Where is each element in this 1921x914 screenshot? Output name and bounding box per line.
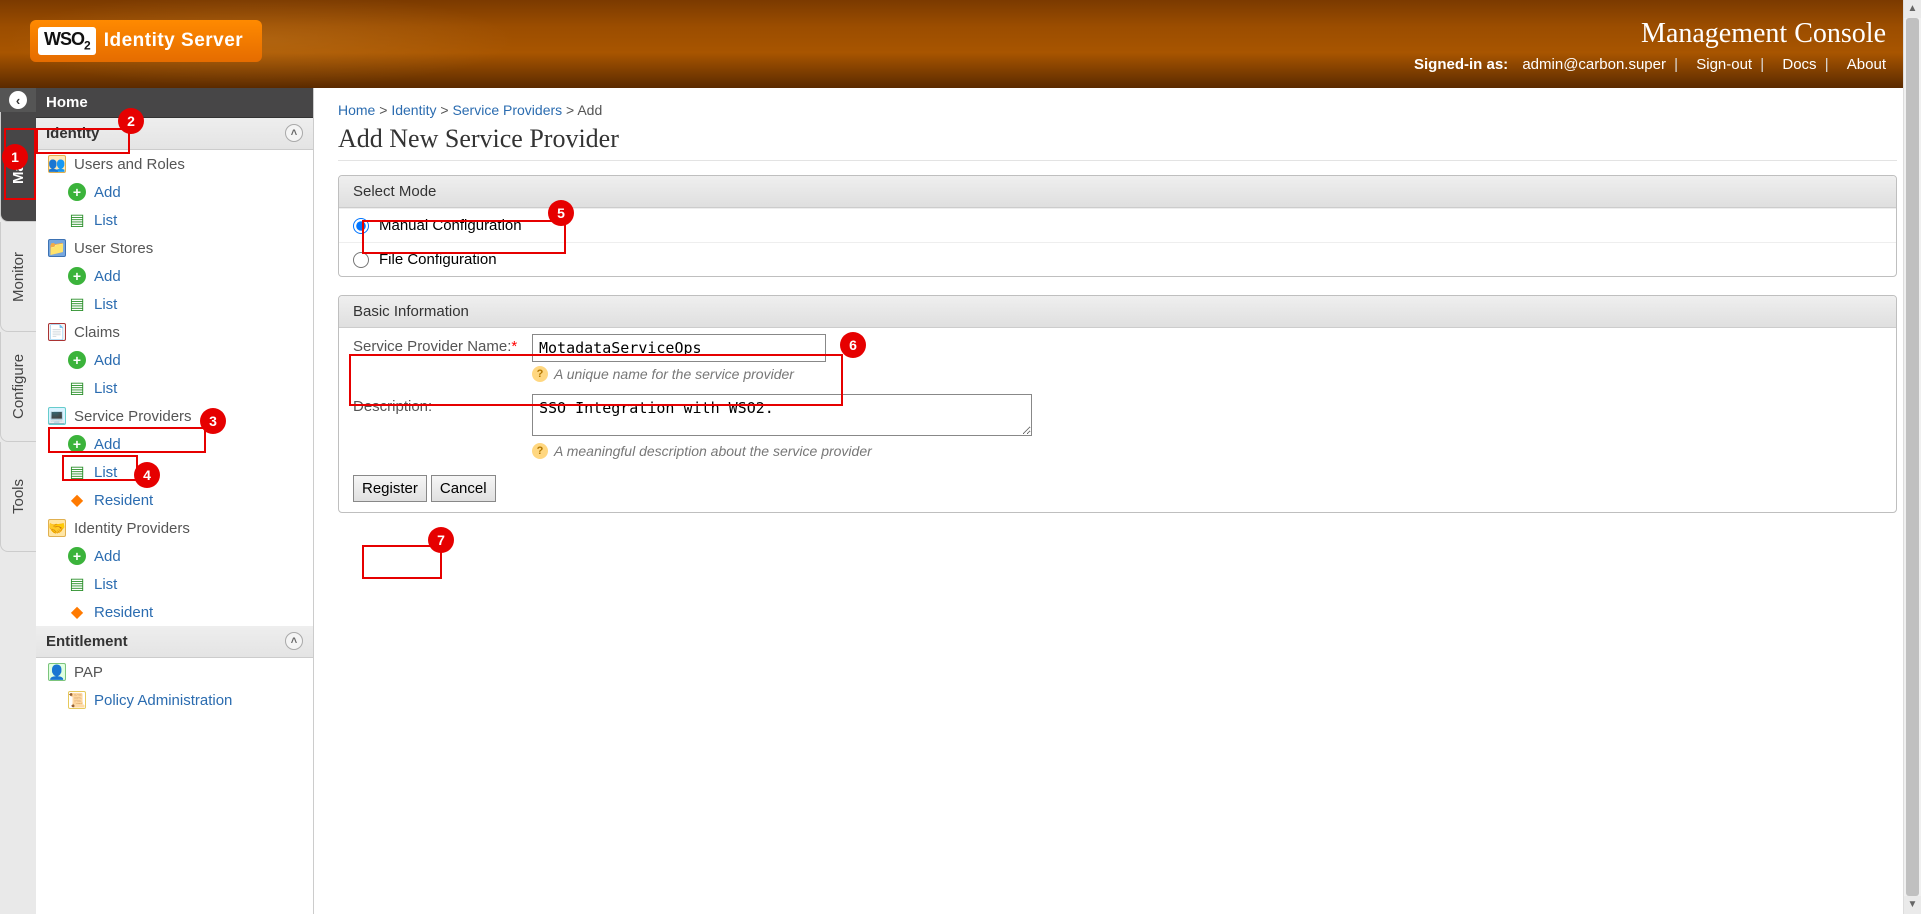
chevron-left-icon: ‹ (9, 91, 27, 109)
nav-users-add[interactable]: +Add (36, 178, 313, 206)
sp-name-label: Service Provider Name:* (353, 334, 528, 355)
mode-file-radio[interactable] (353, 252, 369, 268)
page-title: Add New Service Provider (338, 124, 1897, 161)
nav-section-identity-label: Identity (46, 125, 99, 142)
breadcrumb-identity[interactable]: Identity (391, 102, 436, 118)
nav-idp-add[interactable]: +Add (36, 542, 313, 570)
add-icon: + (68, 435, 86, 453)
nav-idp-list[interactable]: ▤List (36, 570, 313, 598)
sp-name-help: ?A unique name for the service provider (532, 366, 826, 382)
tab-monitor[interactable]: Monitor (0, 222, 36, 332)
header-links: Signed-in as: admin@carbon.super | Sign-… (1414, 56, 1886, 73)
main-content: Home > Identity > Service Providers > Ad… (314, 88, 1921, 914)
nav-idp-resident[interactable]: ◆Resident (36, 598, 313, 626)
collapse-nav-button[interactable]: ‹ (0, 88, 36, 112)
desc-row: Description: ?A meaningful description a… (339, 388, 1896, 465)
register-button[interactable]: Register (353, 475, 427, 502)
nav-users-roles[interactable]: 👥Users and Roles (36, 150, 313, 178)
mode-file-row[interactable]: File Configuration (339, 242, 1896, 276)
list-icon: ▤ (68, 379, 86, 397)
collapse-icon: ˄ (285, 124, 303, 142)
nav-user-stores[interactable]: 📁User Stores (36, 234, 313, 262)
add-icon: + (68, 547, 86, 565)
signed-in-label: Signed-in as: (1414, 56, 1508, 73)
list-icon: ▤ (68, 295, 86, 313)
nav-panel: Home Identity ˄ 👥Users and Roles +Add ▤L… (36, 88, 314, 914)
nav-section-entitlement-label: Entitlement (46, 633, 128, 650)
panel-select-mode: Select Mode Manual Configuration File Co… (338, 175, 1897, 277)
nav-sp-resident[interactable]: ◆Resident (36, 486, 313, 514)
nav-section-entitlement[interactable]: Entitlement ˄ (36, 626, 313, 658)
nav-stores-list[interactable]: ▤List (36, 290, 313, 318)
help-icon: ? (532, 443, 548, 459)
nav-claims-add[interactable]: +Add (36, 346, 313, 374)
pap-icon: 👤 (48, 663, 66, 681)
nav-claims[interactable]: 📄Claims (36, 318, 313, 346)
identity-providers-icon: 🤝 (48, 519, 66, 537)
mode-manual-row[interactable]: Manual Configuration (339, 208, 1896, 242)
cancel-button[interactable]: Cancel (431, 475, 496, 502)
policy-icon: 📜 (68, 691, 86, 709)
panel-select-mode-head: Select Mode (339, 176, 1896, 208)
signed-in-user: admin@carbon.super (1522, 56, 1666, 73)
console-title: Management Console (1641, 18, 1886, 50)
nav-section-identity[interactable]: Identity ˄ (36, 118, 313, 150)
list-icon: ▤ (68, 211, 86, 229)
breadcrumb-current: Add (577, 102, 602, 118)
nav-sp-add[interactable]: +Add (36, 430, 313, 458)
signout-link[interactable]: Sign-out (1696, 56, 1752, 73)
collapse-icon: ˄ (285, 632, 303, 650)
mode-file-label: File Configuration (379, 251, 497, 268)
resident-icon: ◆ (68, 491, 86, 509)
mode-manual-radio[interactable] (353, 218, 369, 234)
breadcrumb: Home > Identity > Service Providers > Ad… (338, 102, 1897, 118)
button-row: Register Cancel (339, 465, 1896, 512)
nav-service-providers[interactable]: 💻Service Providers (36, 402, 313, 430)
nav-stores-add[interactable]: +Add (36, 262, 313, 290)
add-icon: + (68, 267, 86, 285)
resident-icon: ◆ (68, 603, 86, 621)
docs-link[interactable]: Docs (1782, 56, 1816, 73)
tab-main[interactable]: Main (0, 112, 36, 222)
claims-icon: 📄 (48, 323, 66, 341)
header: WSO2 Identity Server Management Console … (0, 0, 1921, 88)
sp-name-input[interactable] (532, 334, 826, 362)
nav-claims-list[interactable]: ▤List (36, 374, 313, 402)
tab-configure[interactable]: Configure (0, 332, 36, 442)
vertical-scrollbar[interactable]: ▲ ▼ (1903, 0, 1921, 914)
users-icon: 👥 (48, 155, 66, 173)
panel-basic-info-head: Basic Information (339, 296, 1896, 328)
desc-label: Description: (353, 394, 528, 415)
help-icon: ? (532, 366, 548, 382)
logo-text: Identity Server (104, 30, 244, 52)
logo[interactable]: WSO2 Identity Server (30, 20, 262, 62)
desc-input[interactable] (532, 394, 1032, 436)
nav-sp-list[interactable]: ▤List (36, 458, 313, 486)
userstores-icon: 📁 (48, 239, 66, 257)
add-icon: + (68, 351, 86, 369)
list-icon: ▤ (68, 575, 86, 593)
tab-tools[interactable]: Tools (0, 442, 36, 552)
side-tabs: Main Monitor Configure Tools (0, 112, 36, 914)
about-link[interactable]: About (1847, 56, 1886, 73)
add-icon: + (68, 183, 86, 201)
logo-mark: WSO2 (38, 27, 96, 55)
nav-home[interactable]: Home (36, 88, 313, 118)
sp-name-row: Service Provider Name:* ?A unique name f… (339, 328, 1896, 388)
nav-pap[interactable]: 👤PAP (36, 658, 313, 686)
scroll-down-icon[interactable]: ▼ (1904, 896, 1921, 914)
breadcrumb-home[interactable]: Home (338, 102, 375, 118)
nav-users-list[interactable]: ▤List (36, 206, 313, 234)
breadcrumb-sp[interactable]: Service Providers (452, 102, 562, 118)
scroll-thumb[interactable] (1906, 18, 1919, 896)
panel-basic-info: Basic Information Service Provider Name:… (338, 295, 1897, 513)
scroll-up-icon[interactable]: ▲ (1904, 0, 1921, 18)
service-providers-icon: 💻 (48, 407, 66, 425)
nav-policy-admin[interactable]: 📜Policy Administration (36, 686, 313, 714)
nav-identity-providers[interactable]: 🤝Identity Providers (36, 514, 313, 542)
desc-help: ?A meaningful description about the serv… (532, 443, 1032, 459)
list-icon: ▤ (68, 463, 86, 481)
mode-manual-label: Manual Configuration (379, 217, 522, 234)
